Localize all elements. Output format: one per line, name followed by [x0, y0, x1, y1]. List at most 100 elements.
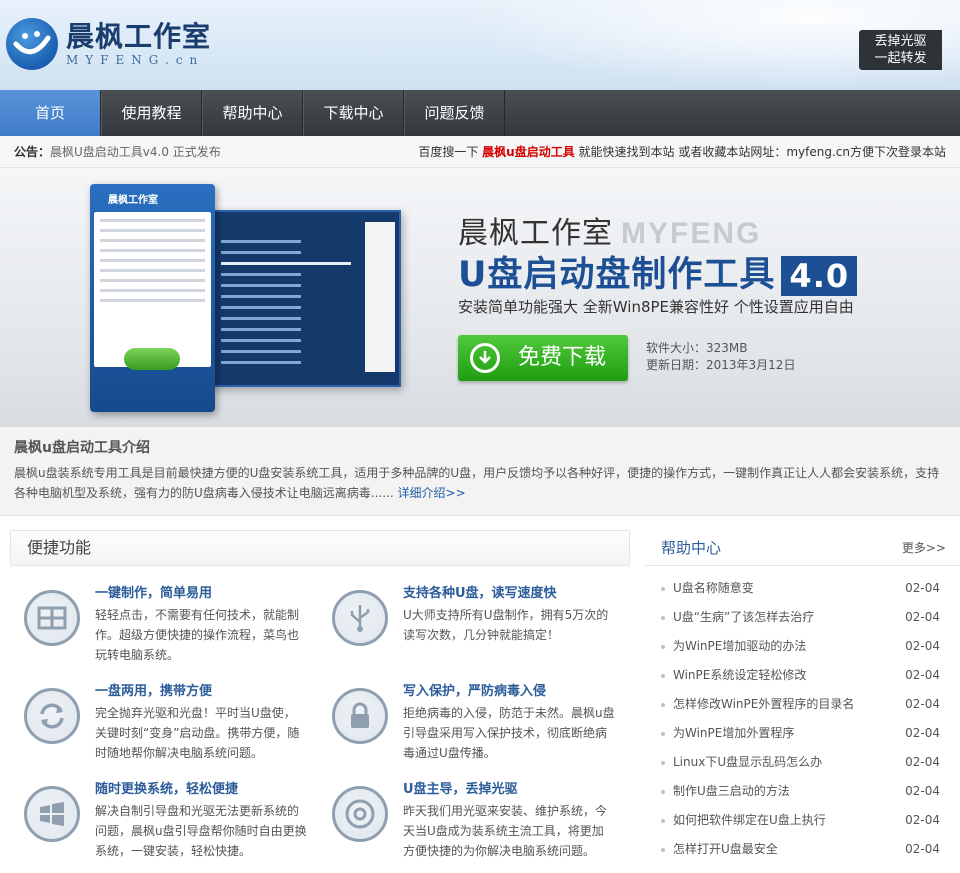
- help-more-link[interactable]: 更多>>: [902, 539, 946, 556]
- help-item-title: 如何把软件绑定在U盘上执行: [673, 813, 826, 827]
- nav-download[interactable]: 下载中心: [303, 90, 404, 136]
- feature-desc: U大师支持所有U盘制作，拥有5万次的读写次数，几分钟就能搞定！: [403, 608, 609, 642]
- help-item-title: 怎样修改WinPE外置程序的目录名: [673, 697, 855, 711]
- bullet-icon: [661, 673, 665, 678]
- feature-item: 一盘两用，携带方便 完全抛弃光驱和光盘！平时当U盘使，关键时刻“变身”启动盘。携…: [24, 678, 332, 772]
- intro-body: 晨枫u盘装系统专用工具是目前最快捷方便的U盘安装系统工具，适用于多种品牌的U盘，…: [14, 466, 940, 500]
- slogan-badge: 丢掉光驱 一起转发: [859, 30, 942, 70]
- help-list-item[interactable]: 如何把软件绑定在U盘上执行 02-04: [645, 806, 960, 835]
- help-list-item[interactable]: WinPE系统设定轻松修改 02-04: [645, 661, 960, 690]
- intro-section: 晨枫u盘启动工具介绍 晨枫u盘装系统专用工具是目前最快捷方便的U盘安装系统工具，…: [0, 427, 960, 516]
- feature-title: U盘主导，丢掉光驱: [403, 782, 518, 797]
- intro-title: 晨枫u盘启动工具介绍: [14, 440, 150, 456]
- main-nav: 首页 使用教程 帮助中心 下载中心 问题反馈: [0, 90, 960, 136]
- help-list-item[interactable]: Linux下U盘显示乱码怎么办 02-04: [645, 748, 960, 777]
- bullet-icon: [661, 702, 665, 707]
- feature-desc: 昨天我们用光驱来安装、维护系统，今天当U盘成为装系统主流工具，将更加方便快捷的为…: [403, 804, 608, 858]
- nav-home[interactable]: 首页: [0, 90, 101, 136]
- site-header: 晨枫工作室 MYFENG.cn 丢掉光驱 一起转发: [0, 0, 960, 90]
- help-title: 帮助中心: [661, 539, 722, 557]
- help-item-date: 02-04: [905, 784, 940, 798]
- announcement-link[interactable]: 晨枫U盘启动工具v4.0 正式发布: [50, 145, 221, 159]
- main-content: 便捷功能 一键制作，简单易用 轻轻点击，不需要有任何技术，就能制作。超级方便快捷…: [0, 516, 960, 870]
- bullet-icon: [661, 586, 665, 591]
- help-item-date: 02-04: [905, 755, 940, 769]
- bullet-icon: [661, 789, 665, 794]
- feature-item: 一键制作，简单易用 轻轻点击，不需要有任何技术，就能制作。超级方便快捷的操作流程…: [24, 580, 332, 674]
- help-item-title: WinPE系统设定轻松修改: [673, 668, 807, 682]
- feature-title: 一键制作，简单易用: [95, 586, 213, 601]
- intro-text: 晨枫u盘装系统专用工具是目前最快捷方便的U盘安装系统工具，适用于多种品牌的U盘，…: [14, 463, 946, 503]
- software-screenshot-main: [205, 210, 401, 387]
- feature-desc: 拒绝病毒的入侵，防范于未然。晨枫u盘引导盘采用写入保护技术，彻底断绝病毒通过U盘…: [403, 706, 615, 760]
- feature-item: 随时更换系统，轻松便捷 解决自制引导盘和光驱无法更新系统的问题，晨枫u盘引导盘帮…: [24, 776, 332, 870]
- help-item-date: 02-04: [905, 610, 940, 624]
- search-tip-post: 就能快速找到本站 或者收藏本站网址：myfeng.cn方便下次登录本站: [578, 145, 946, 159]
- free-download-button[interactable]: 免费下载: [458, 335, 628, 381]
- help-section: 帮助中心 更多>> U盘名称随意变 02-04 U盘“生病”了该怎样去治疗 02-0…: [645, 530, 960, 870]
- feature-desc: 解决自制引导盘和光驱无法更新系统的问题，晨枫u盘引导盘帮你随时自由更换系统，一键…: [95, 804, 307, 858]
- windows-grid-icon: [24, 590, 80, 646]
- disc-icon: [332, 786, 388, 842]
- feature-desc: 完全抛弃光驱和光盘！平时当U盘使，关键时刻“变身”启动盘。携带方便，随时随地帮你…: [95, 706, 300, 760]
- hero-banner: 晨枫工作室 晨枫工作室 MYFENG U盘启动盘制作工具 4.0 安装简单功能强大 …: [0, 168, 960, 427]
- help-list-item[interactable]: 制作U盘三启动的方法 02-04: [645, 777, 960, 806]
- search-tip-pre: 百度搜一下: [418, 145, 479, 159]
- bullet-icon: [661, 615, 665, 620]
- help-item-date: 02-04: [905, 726, 940, 740]
- feature-title: 一盘两用，携带方便: [95, 684, 213, 699]
- announcement: 公告：晨枫U盘启动工具v4.0 正式发布: [14, 143, 221, 160]
- feature-item: 支持各种U盘，读写速度快 U大师支持所有U盘制作，拥有5万次的读写次数，几分钟就…: [332, 580, 640, 674]
- help-header: 帮助中心 更多>>: [645, 530, 960, 566]
- help-item-date: 02-04: [905, 813, 940, 827]
- download-arrow-icon: [470, 343, 500, 373]
- search-tip: 百度搜一下 晨枫u盘启动工具 就能快速找到本站 或者收藏本站网址：myfeng.…: [418, 143, 946, 160]
- help-item-title: U盘“生病”了该怎样去治疗: [673, 610, 815, 624]
- version-badge: 4.0: [781, 256, 858, 296]
- feature-item: U盘主导，丢掉光驱 昨天我们用光驱来安装、维护系统，今天当U盘成为装系统主流工具…: [332, 776, 640, 870]
- features-heading: 便捷功能: [10, 530, 630, 566]
- nav-feedback[interactable]: 问题反馈: [404, 90, 505, 136]
- help-list-item[interactable]: U盘名称随意变 02-04: [645, 574, 960, 603]
- software-size: 软件大小：323MB: [646, 341, 748, 355]
- help-item-date: 02-04: [905, 639, 940, 653]
- logo-icon: [6, 18, 58, 70]
- help-item-date: 02-04: [905, 581, 940, 595]
- help-item-title: 怎样打开U盘最安全: [673, 842, 778, 856]
- features-section: 便捷功能 一键制作，简单易用 轻轻点击，不需要有任何技术，就能制作。超级方便快捷…: [10, 530, 630, 870]
- help-item-date: 02-04: [905, 842, 940, 856]
- download-meta: 软件大小：323MB 更新日期：2013年3月12日: [646, 340, 795, 374]
- banner-product-name: U盘启动盘制作工具: [458, 255, 776, 295]
- bullet-icon: [661, 847, 665, 852]
- help-item-title: 为WinPE增加外置程序: [673, 726, 795, 740]
- help-list-item[interactable]: 怎样修改WinPE外置程序的目录名 02-04: [645, 690, 960, 719]
- notice-bar: 公告：晨枫U盘启动工具v4.0 正式发布 百度搜一下 晨枫u盘启动工具 就能快速…: [0, 136, 960, 168]
- help-list-item[interactable]: U盘“生病”了该怎样去治疗 02-04: [645, 603, 960, 632]
- windows-flag-icon: [24, 786, 80, 842]
- help-item-title: 为WinPE增加驱动的办法: [673, 639, 807, 653]
- nav-tutorials[interactable]: 使用教程: [101, 90, 202, 136]
- help-list-item[interactable]: 怎样打开U盘最安全 02-04: [645, 835, 960, 864]
- help-list: U盘名称随意变 02-04 U盘“生病”了该怎样去治疗 02-04 为WinPE增加…: [645, 566, 960, 864]
- bullet-icon: [661, 760, 665, 765]
- help-list-item[interactable]: 为WinPE增加外置程序 02-04: [645, 719, 960, 748]
- software-screenshot-panel: 晨枫工作室: [90, 184, 215, 412]
- site-logo[interactable]: 晨枫工作室 MYFENG.cn: [6, 18, 211, 70]
- help-item-title: 制作U盘三启动的方法: [673, 784, 790, 798]
- feature-title: 随时更换系统，轻松便捷: [95, 782, 239, 797]
- bullet-icon: [661, 644, 665, 649]
- lock-icon: [332, 688, 388, 744]
- feature-desc: 轻轻点击，不需要有任何技术，就能制作。超级方便快捷的操作流程，菜鸟也玩转电脑系统…: [95, 608, 300, 662]
- intro-more-link[interactable]: 详细介绍>>: [398, 486, 466, 500]
- help-item-title: Linux下U盘显示乱码怎么办: [673, 755, 823, 769]
- help-item-date: 02-04: [905, 668, 940, 682]
- usb-icon: [332, 590, 388, 646]
- help-item-date: 02-04: [905, 697, 940, 711]
- logo-subtitle: MYFENG.cn: [66, 53, 205, 67]
- help-list-item[interactable]: 为WinPE增加驱动的办法 02-04: [645, 632, 960, 661]
- search-tip-keyword[interactable]: 晨枫u盘启动工具: [482, 145, 575, 159]
- announcement-prefix: 公告：: [14, 145, 51, 159]
- help-item-title: U盘名称随意变: [673, 581, 754, 595]
- feature-title: 支持各种U盘，读写速度快: [403, 586, 557, 601]
- nav-help[interactable]: 帮助中心: [202, 90, 303, 136]
